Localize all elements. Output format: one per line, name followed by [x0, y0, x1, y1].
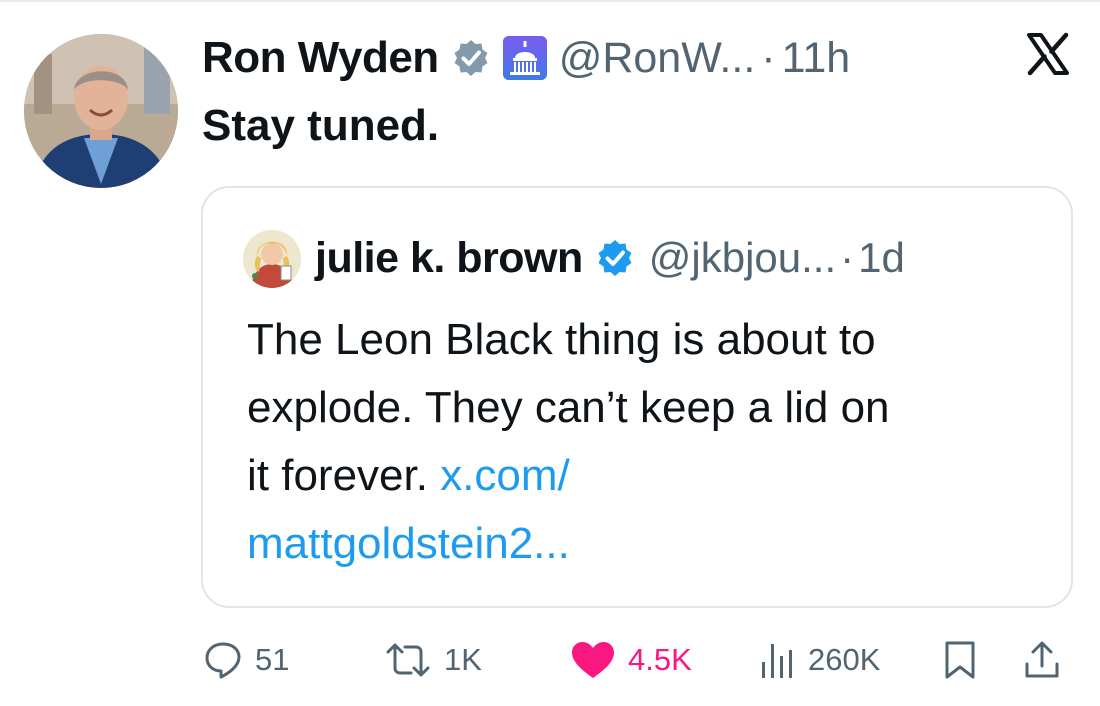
author-name[interactable]: Ron Wyden	[202, 33, 439, 83]
capitol-dome-icon[interactable]	[502, 36, 547, 80]
author-avatar-image	[24, 34, 178, 188]
share-upload-icon	[1025, 641, 1059, 678]
speech-bubble-icon	[205, 642, 241, 679]
bookmark-icon	[945, 641, 975, 679]
quoted-link-continued[interactable]: mattgoldstein2...	[247, 510, 1047, 578]
author-avatar[interactable]	[24, 34, 178, 188]
views-button[interactable]: 260K	[760, 630, 880, 690]
bar-chart-icon	[762, 644, 792, 678]
quoted-author-avatar-image	[243, 230, 301, 288]
verified-gray-badge-icon[interactable]	[451, 38, 491, 78]
top-divider	[0, 0, 1100, 2]
views-count: 260K	[808, 642, 881, 677]
quoted-author-avatar[interactable]	[243, 230, 301, 288]
quoted-text-segment: it forever.	[247, 451, 441, 500]
repost-count: 1K	[444, 642, 482, 677]
quoted-author-handle[interactable]: @jkbjou...	[649, 234, 836, 282]
tweet-header: Ron Wyden @RonW... · 11h	[202, 28, 850, 88]
quoted-text-line: explode. They can’t keep a lid on	[247, 383, 890, 432]
repost-button[interactable]: 1K	[384, 630, 482, 690]
tweet-action-bar: 51 1K 4.5K 260K	[0, 630, 1100, 690]
heart-filled-icon	[572, 642, 614, 678]
x-logo-icon[interactable]	[1026, 32, 1070, 76]
quoted-tweet-card[interactable]: julie k. brown @jkbjou... · 1d The Leon …	[201, 186, 1073, 608]
quoted-text-line-with-link: it forever. x.com/	[247, 442, 1047, 510]
quoted-tweet-timestamp[interactable]: 1d	[858, 234, 905, 282]
like-button[interactable]: 4.5K	[570, 630, 692, 690]
quoted-tweet-header: julie k. brown @jkbjou... · 1d	[315, 228, 905, 288]
bookmark-button[interactable]	[942, 630, 978, 690]
author-handle[interactable]: @RonW...	[559, 34, 756, 83]
quoted-text-line: The Leon Black thing is about to	[247, 315, 876, 364]
header-separator: ·	[761, 33, 776, 82]
reply-count: 51	[255, 642, 290, 677]
quoted-tweet-text: The Leon Black thing is about to explode…	[247, 306, 1047, 578]
tweet-timestamp[interactable]: 11h	[782, 34, 851, 83]
reply-button[interactable]: 51	[203, 630, 289, 690]
share-button[interactable]	[1022, 630, 1062, 690]
quoted-header-separator: ·	[840, 234, 855, 281]
verified-blue-badge-icon[interactable]	[595, 238, 635, 278]
repost-arrows-icon	[386, 643, 430, 677]
tweet-text: Stay tuned.	[202, 101, 440, 150]
quoted-author-name[interactable]: julie k. brown	[315, 234, 583, 283]
quoted-link[interactable]: x.com/	[440, 451, 570, 500]
like-count: 4.5K	[628, 642, 692, 677]
